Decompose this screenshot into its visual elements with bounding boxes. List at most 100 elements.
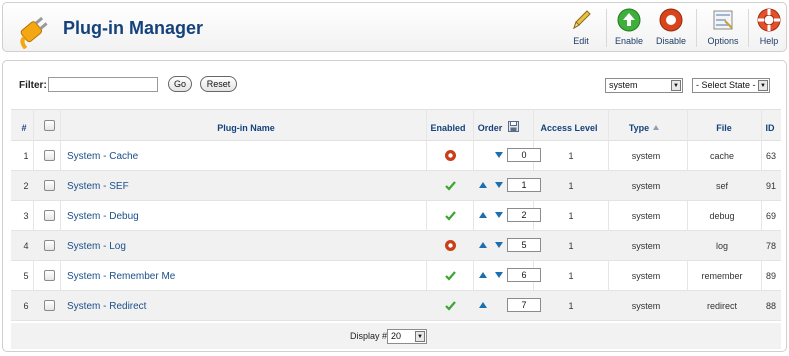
go-button[interactable]: Go [168,76,192,92]
header-id[interactable]: ID [761,123,779,133]
disable-button[interactable]: Disable [651,7,691,49]
display-select-value: 20 [391,331,402,341]
order-input[interactable]: 1 [507,178,541,192]
plugin-type: system [631,151,661,161]
help-label: Help [759,36,779,46]
chevron-down-icon: ▼ [671,80,681,91]
row-checkbox[interactable] [44,240,55,251]
table-row: 4 System - Log 5 1 system log 78 [11,231,781,261]
order-input[interactable]: 6 [507,268,541,282]
table-row: 2 System - SEF 1 1 system sef 91 [11,171,781,201]
disable-icon [659,8,683,32]
move-down-icon[interactable] [495,272,503,278]
save-order-icon[interactable] [508,121,519,132]
plugin-type: system [631,181,661,191]
enabled-check-icon[interactable] [444,299,457,312]
enabled-check-icon[interactable] [444,269,457,282]
options-icon [713,10,733,30]
page-title: Plug-in Manager [63,18,204,38]
row-number: 6 [23,301,29,311]
move-down-icon[interactable] [495,242,503,248]
move-down-icon[interactable] [495,152,503,158]
table-header: # Plug-in Name Enabled Order Access Leve… [11,109,781,141]
header-num: # [21,123,27,133]
move-up-icon[interactable] [479,272,487,278]
disabled-dot-icon[interactable] [444,149,457,162]
move-up-icon[interactable] [479,212,487,218]
display-label: Display # [350,331,388,341]
table-row: 6 System - Redirect 7 1 system redirect 88 [11,291,781,321]
access-level: 1 [568,211,574,221]
order-input[interactable]: 0 [507,148,541,162]
row-checkbox[interactable] [44,150,55,161]
header-name[interactable]: Plug-in Name [161,123,331,133]
toolbar-separator [606,9,607,47]
header-access[interactable]: Access Level [531,123,607,133]
plugin-file: cache [709,151,735,161]
plugin-file: redirect [706,301,737,311]
plugin-name-link[interactable]: System - Log [67,241,367,252]
row-checkbox[interactable] [44,300,55,311]
plugin-name-link[interactable]: System - Cache [67,151,367,162]
disable-label: Disable [655,36,686,46]
enabled-check-icon[interactable] [444,179,457,192]
row-number: 3 [23,211,29,221]
order-input[interactable]: 5 [507,238,541,252]
plugin-id: 69 [765,211,776,221]
pagination-footer: Display # 20 ▼ [11,323,781,349]
row-number: 1 [23,151,29,161]
plugin-id: 78 [765,241,776,251]
enable-button[interactable]: Enable [611,7,647,49]
pencil-icon [573,10,591,30]
access-level: 1 [568,241,574,251]
plugin-name-link[interactable]: System - SEF [67,181,367,192]
header-file[interactable]: File [695,123,753,133]
header-enabled[interactable]: Enabled [424,123,472,133]
table-row: 3 System - Debug 2 1 system debug 69 [11,201,781,231]
plugin-id: 63 [765,151,776,161]
help-icon [757,8,781,32]
move-down-icon[interactable] [495,212,503,218]
plugin-type: system [631,241,661,251]
filter-bar: Filter: Go Reset system ▼ - Select State… [3,61,786,101]
plugin-name-link[interactable]: System - Remember Me [67,271,367,282]
disabled-dot-icon[interactable] [444,239,457,252]
row-number: 2 [23,181,29,191]
row-checkbox[interactable] [44,270,55,281]
plugin-type: system [631,301,661,311]
display-select[interactable]: 20 ▼ [387,329,427,344]
chevron-down-icon: ▼ [415,331,425,342]
access-level: 1 [568,181,574,191]
access-level: 1 [568,271,574,281]
sort-asc-icon [653,125,659,130]
plugin-name-link[interactable]: System - Redirect [67,301,367,312]
state-select-value: - Select State - [696,80,756,90]
plugin-file: sef [715,181,728,191]
row-checkbox[interactable] [44,210,55,221]
enable-icon [617,8,641,32]
move-up-icon[interactable] [479,182,487,188]
state-select[interactable]: - Select State - ▼ [692,78,770,93]
help-button[interactable]: Help [754,7,784,49]
move-up-icon[interactable] [479,302,487,308]
plugin-file: log [715,241,728,251]
toolbar-separator [696,9,697,47]
filter-label: Filter: [19,80,47,91]
move-down-icon[interactable] [495,182,503,188]
options-button[interactable]: Options [703,7,743,49]
plugin-name-link[interactable]: System - Debug [67,211,367,222]
order-input[interactable]: 7 [507,298,541,312]
row-checkbox[interactable] [44,180,55,191]
access-level: 1 [568,301,574,311]
reset-button[interactable]: Reset [200,76,237,92]
enabled-check-icon[interactable] [444,209,457,222]
content-panel: Filter: Go Reset system ▼ - Select State… [2,60,787,352]
filter-input[interactable] [48,77,158,92]
type-select[interactable]: system ▼ [605,78,683,93]
select-all-checkbox[interactable] [44,120,55,131]
edit-button[interactable]: Edit [563,7,599,49]
move-up-icon[interactable] [479,242,487,248]
header-order[interactable]: Order [473,123,507,133]
header-type[interactable]: Type [625,123,653,133]
order-input[interactable]: 2 [507,208,541,222]
